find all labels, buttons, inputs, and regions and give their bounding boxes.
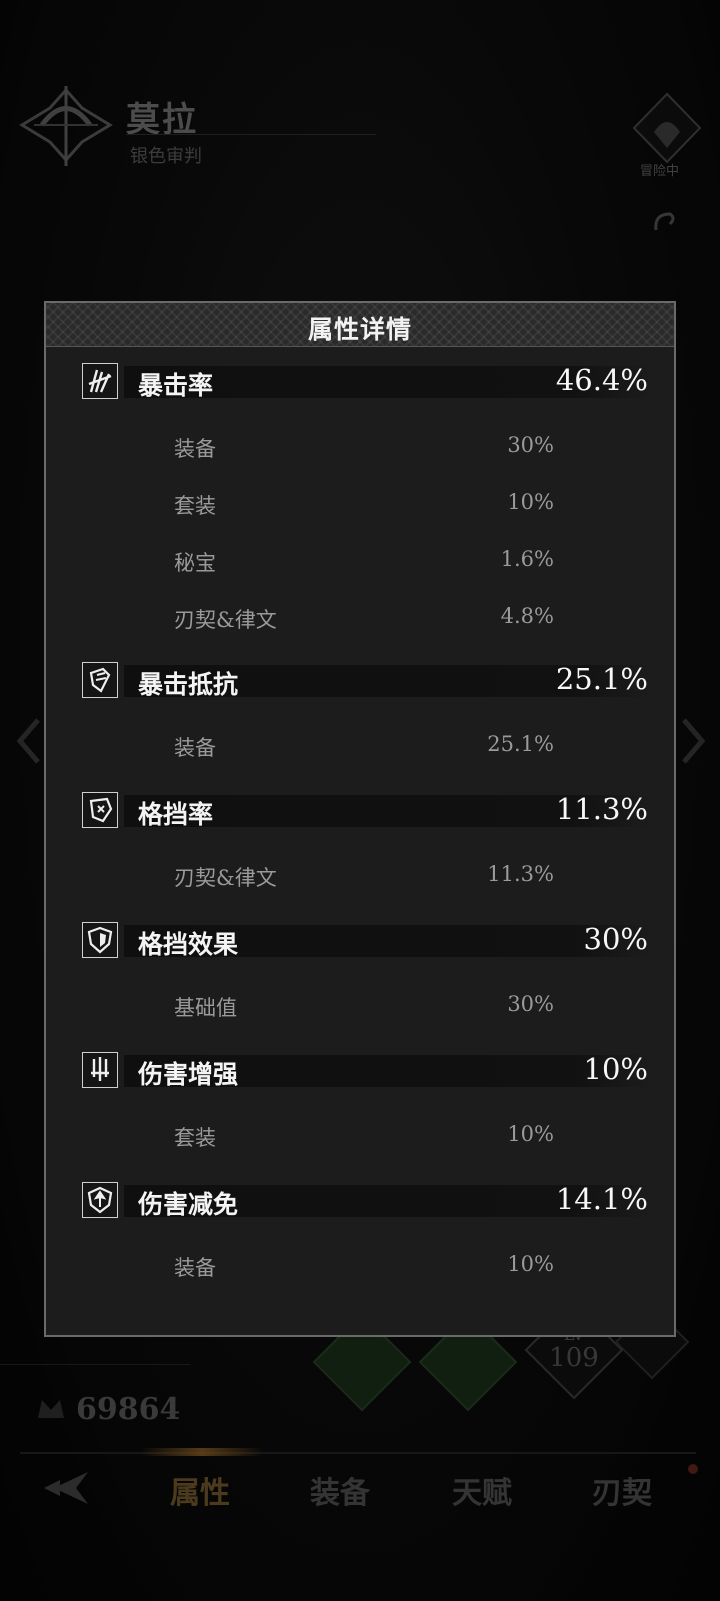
- stat-name: 格挡效果: [138, 930, 239, 959]
- active-tab-indicator: [140, 1448, 264, 1456]
- detail-row: 刃契&律文 11.3%: [174, 862, 554, 892]
- tabbar-divider: [20, 1452, 696, 1454]
- tab-talent[interactable]: 天赋: [452, 1468, 512, 1512]
- detail-row: 套装 10%: [174, 1122, 554, 1152]
- stat-value: 30%: [583, 922, 648, 956]
- tab-equipment[interactable]: 装备: [310, 1468, 370, 1512]
- stat-value: 46.4%: [555, 363, 648, 397]
- armor-shield-icon: [82, 1182, 118, 1218]
- block-rate-icon: [82, 792, 118, 828]
- notification-dot: [688, 1464, 698, 1474]
- detail-label: 基础值: [174, 996, 237, 1020]
- detail-label: 刃契&律文: [174, 866, 277, 890]
- detail-row: 秘宝 1.6%: [174, 547, 554, 577]
- stat-block-rate: 格挡率 11.3%: [82, 792, 662, 830]
- stat-value: 10%: [583, 1052, 648, 1086]
- attribute-details-modal: 属性详情 暴击率 46.4% 装备 30% 套装 10% 秘宝 1.6% 刃契&…: [44, 301, 676, 1337]
- stat-name: 暴击抵抗: [138, 670, 239, 699]
- tab-attributes[interactable]: 属性: [170, 1468, 230, 1512]
- stat-name: 伤害减免: [138, 1190, 239, 1219]
- stat-crit-rate: 暴击率 46.4%: [82, 363, 662, 401]
- stat-name: 暴击率: [138, 371, 214, 400]
- name-divider: [126, 134, 376, 135]
- crit-resist-icon: [82, 662, 118, 698]
- detail-row: 刃契&律文 4.8%: [174, 604, 554, 634]
- modal-header: 属性详情: [46, 303, 674, 347]
- stat-crit-resist: 暴击抵抗 25.1%: [82, 662, 662, 700]
- stat-name: 伤害增强: [138, 1060, 239, 1089]
- shield-icon: [82, 922, 118, 958]
- detail-row: 装备 10%: [174, 1252, 554, 1282]
- combat-power-value: 69864: [76, 1392, 181, 1427]
- detail-label: 装备: [174, 437, 216, 461]
- hook-icon[interactable]: [648, 206, 682, 240]
- tab-blade-pact[interactable]: 刃契: [592, 1468, 652, 1512]
- detail-value: 10%: [507, 490, 554, 514]
- detail-value: 4.8%: [500, 604, 554, 628]
- detail-value: 30%: [507, 992, 554, 1016]
- detail-row: 装备 25.1%: [174, 732, 554, 762]
- detail-row: 基础值 30%: [174, 992, 554, 1022]
- stat-damage-reduction: 伤害减免 14.1%: [82, 1182, 662, 1220]
- prev-character-arrow-icon[interactable]: [14, 716, 44, 766]
- power-divider: [0, 1364, 190, 1365]
- detail-label: 套装: [174, 494, 216, 518]
- stat-name: 格挡率: [138, 800, 214, 829]
- stat-value: 11.3%: [555, 792, 648, 826]
- crit-rate-icon: [82, 363, 118, 399]
- detail-value: 11.3%: [487, 862, 554, 886]
- detail-value: 1.6%: [500, 547, 554, 571]
- adventure-badge-label: 冒险中: [640, 164, 680, 179]
- bow-emblem-icon: [19, 86, 113, 166]
- detail-label: 装备: [174, 1256, 216, 1280]
- detail-row: 套装 10%: [174, 490, 554, 520]
- detail-label: 秘宝: [174, 551, 216, 575]
- detail-value: 10%: [507, 1252, 554, 1276]
- stat-value: 25.1%: [555, 662, 648, 696]
- detail-value: 10%: [507, 1122, 554, 1146]
- detail-value: 25.1%: [487, 732, 554, 756]
- stat-block-effect: 格挡效果 30%: [82, 922, 662, 960]
- character-subtitle: 银色审判: [130, 146, 202, 167]
- detail-label: 装备: [174, 736, 216, 760]
- power-crown-icon: [38, 1400, 64, 1418]
- skill-level-value: 109: [549, 1343, 599, 1373]
- back-arrow-icon[interactable]: [40, 1466, 92, 1510]
- next-character-arrow-icon[interactable]: [678, 716, 708, 766]
- modal-title: 属性详情: [307, 315, 412, 344]
- detail-value: 30%: [507, 433, 554, 457]
- swords-icon: [82, 1052, 118, 1088]
- stat-value: 14.1%: [555, 1182, 648, 1216]
- stat-damage-boost: 伤害增强 10%: [82, 1052, 662, 1090]
- detail-label: 刃契&律文: [174, 608, 277, 632]
- detail-row: 装备 30%: [174, 433, 554, 463]
- detail-label: 套装: [174, 1126, 216, 1150]
